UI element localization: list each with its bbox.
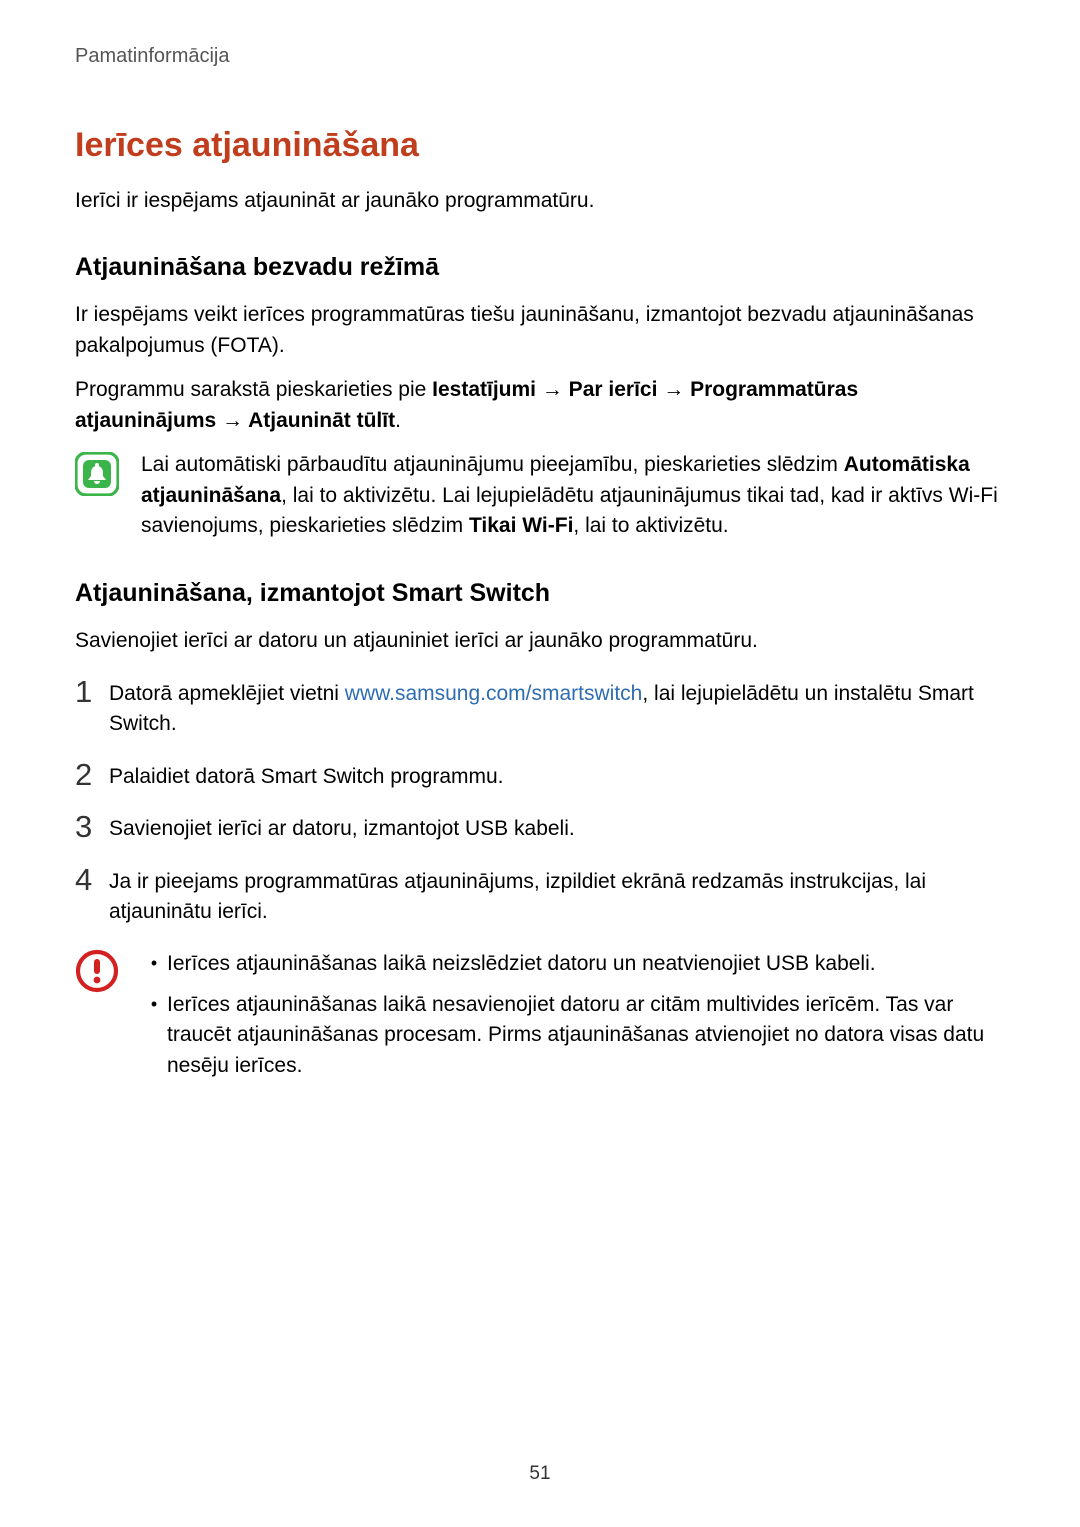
bell-icon xyxy=(75,452,119,496)
info-callout: Lai automātiski pārbaudītu atjauninājumu… xyxy=(75,450,1005,541)
step-1: 1 Datorā apmeklējiet vietni www.samsung.… xyxy=(75,679,1005,740)
step-text: Palaidiet datorā Smart Switch programmu. xyxy=(109,762,1005,792)
callout-d: Tikai Wi-Fi xyxy=(469,514,573,537)
section1-p2: Programmu sarakstā pieskarieties pie Ies… xyxy=(75,375,1005,436)
callout-e: , lai to aktivizētu. xyxy=(573,514,728,537)
step-3: 3 Savienojiet ierīci ar datoru, izmantoj… xyxy=(75,814,1005,844)
smartswitch-link[interactable]: www.samsung.com/smartswitch xyxy=(345,682,643,705)
warning-bullet-2: • Ierīces atjaunināšanas laikā nesavieno… xyxy=(141,990,1005,1081)
section1-p2-a: Programmu sarakstā pieskarieties pie xyxy=(75,378,432,401)
warning-icon xyxy=(75,949,119,993)
step-4: 4 Ja ir pieejams programmatūras atjaunin… xyxy=(75,867,1005,928)
page-number: 51 xyxy=(0,1463,1080,1485)
callout-a: Lai automātiski pārbaudītu atjauninājumu… xyxy=(141,453,844,476)
section1-p2-c: . xyxy=(395,409,401,432)
info-callout-text: Lai automātiski pārbaudītu atjauninājumu… xyxy=(141,450,1005,541)
step-number: 4 xyxy=(75,864,109,895)
step-text: Savienojiet ierīci ar datoru, izmantojot… xyxy=(109,814,1005,844)
section-wireless-title: Atjaunināšana bezvadu režīmā xyxy=(75,253,1005,282)
section2-p1: Savienojiet ierīci ar datoru un atjaunin… xyxy=(75,626,1005,656)
bullet-text: Ierīces atjaunināšanas laikā nesavienoji… xyxy=(167,990,1005,1081)
warning-content: • Ierīces atjaunināšanas laikā neizslēdz… xyxy=(141,949,1005,1091)
warning-bullet-1: • Ierīces atjaunināšanas laikā neizslēdz… xyxy=(141,949,1005,979)
bullet-dot-icon: • xyxy=(141,949,167,979)
intro-text: Ierīci ir iespējams atjaunināt ar jaunāk… xyxy=(75,187,1005,215)
section-smartswitch-title: Atjaunināšana, izmantojot Smart Switch xyxy=(75,579,1005,608)
step1-a: Datorā apmeklējiet vietni xyxy=(109,682,345,705)
section1-p1: Ir iespējams veikt ierīces programmatūra… xyxy=(75,300,1005,361)
step-text: Ja ir pieejams programmatūras atjaunināj… xyxy=(109,867,1005,928)
step-number: 2 xyxy=(75,759,109,790)
warning-callout: • Ierīces atjaunināšanas laikā neizslēdz… xyxy=(75,949,1005,1091)
bullet-dot-icon: • xyxy=(141,990,167,1081)
page-header: Pamatinformācija xyxy=(75,45,1005,68)
bullet-text: Ierīces atjaunināšanas laikā neizslēdzie… xyxy=(167,949,876,979)
step-number: 1 xyxy=(75,676,109,707)
step-2: 2 Palaidiet datorā Smart Switch programm… xyxy=(75,762,1005,792)
step-number: 3 xyxy=(75,811,109,842)
step-text: Datorā apmeklējiet vietni www.samsung.co… xyxy=(109,679,1005,740)
page-title: Ierīces atjaunināšana xyxy=(75,126,1005,165)
